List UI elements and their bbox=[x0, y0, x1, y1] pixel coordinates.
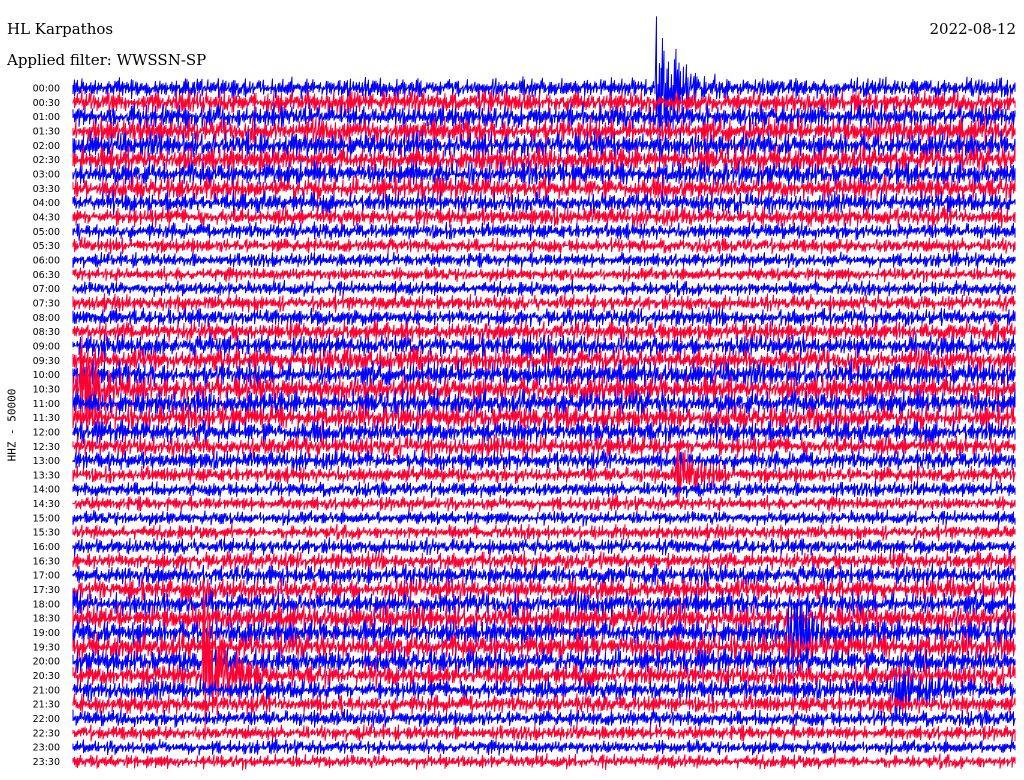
row-time-label: 00:00 bbox=[33, 84, 60, 95]
row-time-label: 03:30 bbox=[33, 184, 60, 195]
row-time-label: 01:30 bbox=[33, 126, 60, 137]
trace-row bbox=[72, 536, 1016, 557]
trace-row bbox=[72, 708, 1016, 728]
row-time-label: 20:30 bbox=[33, 671, 60, 682]
trace-row bbox=[72, 293, 1016, 313]
row-time-label: 21:30 bbox=[33, 700, 60, 711]
row-time-label: 12:00 bbox=[33, 427, 60, 438]
row-time-label: 05:30 bbox=[33, 241, 60, 252]
row-time-label: 05:00 bbox=[33, 227, 60, 238]
trace-row bbox=[72, 449, 1016, 473]
row-time-label: 11:30 bbox=[33, 413, 60, 424]
row-time-label: 13:30 bbox=[33, 470, 60, 481]
row-time-label: 15:00 bbox=[33, 513, 60, 524]
row-time-label: 09:30 bbox=[33, 356, 60, 367]
trace-row bbox=[72, 723, 1016, 742]
trace-row bbox=[72, 509, 1016, 527]
row-time-label: 10:30 bbox=[33, 384, 60, 395]
trace-layer bbox=[72, 16, 1016, 771]
row-time-label: 16:30 bbox=[33, 556, 60, 567]
row-time-label: 01:00 bbox=[33, 112, 60, 123]
row-time-label: 20:00 bbox=[33, 657, 60, 668]
trace-row bbox=[72, 236, 1016, 255]
row-time-label: 04:30 bbox=[33, 212, 60, 223]
row-time-label: 23:30 bbox=[33, 757, 60, 768]
row-time-label: 09:00 bbox=[33, 341, 60, 352]
row-time-label: 08:00 bbox=[33, 313, 60, 324]
row-time-label: 14:30 bbox=[33, 499, 60, 510]
row-time-label: 22:30 bbox=[33, 728, 60, 739]
row-time-label: 06:00 bbox=[33, 255, 60, 266]
row-time-label: 22:00 bbox=[33, 714, 60, 725]
row-time-label: 00:30 bbox=[33, 98, 60, 109]
row-time-label: 07:30 bbox=[33, 298, 60, 309]
trace-row bbox=[72, 563, 1016, 588]
row-time-label: 02:30 bbox=[33, 155, 60, 166]
row-time-label: 10:00 bbox=[33, 370, 60, 381]
trace-row bbox=[72, 738, 1016, 756]
row-time-label: 06:30 bbox=[33, 270, 60, 281]
row-time-label: 04:00 bbox=[33, 198, 60, 209]
time-label-layer: 00:00 00:30 01:00 01:30 02:00 02:30 03:00 03:30… bbox=[33, 84, 60, 769]
trace-row bbox=[72, 279, 1016, 298]
row-time-label: 14:00 bbox=[33, 485, 60, 496]
row-time-label: 08:30 bbox=[33, 327, 60, 338]
helicorder-plot: 00:00 00:30 01:00 01:30 02:00 02:30 03:00 03:30… bbox=[33, 16, 1016, 771]
row-time-label: 18:30 bbox=[33, 614, 60, 625]
row-time-label: 12:30 bbox=[33, 442, 60, 453]
trace-row bbox=[72, 265, 1016, 283]
trace-row bbox=[72, 221, 1016, 242]
trace-row bbox=[72, 495, 1016, 512]
row-time-label: 23:00 bbox=[33, 743, 60, 754]
trace-row bbox=[72, 550, 1016, 572]
trace-row bbox=[72, 752, 1016, 771]
row-time-label: 15:30 bbox=[33, 528, 60, 539]
row-time-label: 02:00 bbox=[33, 141, 60, 152]
row-time-label: 18:00 bbox=[33, 599, 60, 610]
trace-row bbox=[72, 251, 1016, 269]
row-time-label: 19:30 bbox=[33, 642, 60, 653]
trace-row bbox=[72, 523, 1016, 542]
row-time-label: 17:30 bbox=[33, 585, 60, 596]
row-time-label: 07:00 bbox=[33, 284, 60, 295]
row-time-label: 19:00 bbox=[33, 628, 60, 639]
trace-row bbox=[72, 346, 1016, 375]
row-time-label: 16:00 bbox=[33, 542, 60, 553]
row-time-label: 11:00 bbox=[33, 399, 60, 410]
row-time-label: 13:00 bbox=[33, 456, 60, 467]
row-time-label: 21:00 bbox=[33, 685, 60, 696]
row-time-label: 17:00 bbox=[33, 571, 60, 582]
trace-row bbox=[72, 480, 1016, 499]
row-time-label: 03:00 bbox=[33, 169, 60, 180]
